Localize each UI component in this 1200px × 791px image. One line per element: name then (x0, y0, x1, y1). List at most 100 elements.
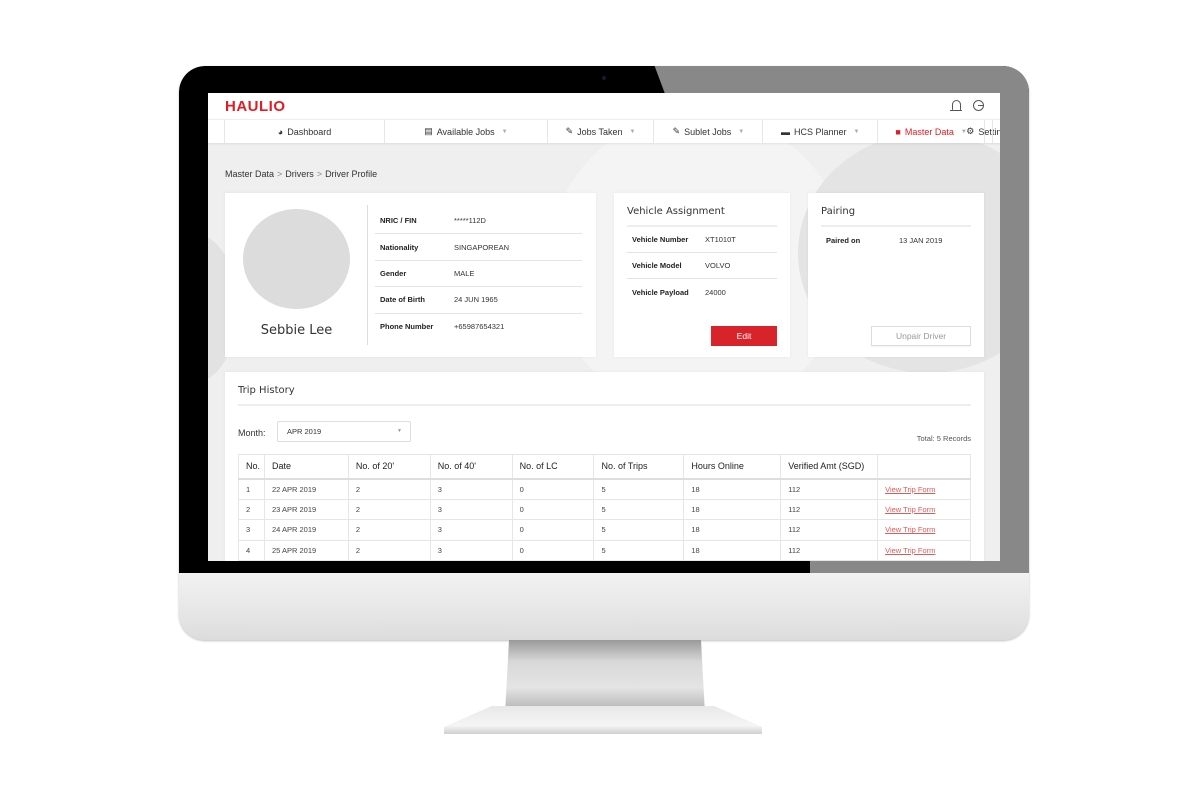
field-label: Vehicle Number (632, 235, 689, 244)
table-cell: 0 (511, 539, 595, 561)
vehicle-assignment-card: Vehicle Assignment Vehicle Number XT1010… (614, 193, 790, 357)
profile-field-nric: NRIC / FIN *****112D (375, 208, 582, 235)
logout-icon[interactable] (973, 100, 984, 111)
pairing-card: Pairing Paired on 13 JAN 2019 Unpair Dri… (808, 193, 984, 357)
card-title: Pairing (821, 206, 856, 217)
table-cell: 1 (238, 478, 265, 500)
nav-spacer (992, 120, 1000, 143)
table-cell: View Trip Form (877, 519, 971, 541)
table-cell: 23 APR 2019 (263, 498, 349, 520)
table-cell: 5 (593, 519, 685, 541)
month-select-value: APR 2019 (287, 427, 322, 436)
pen-icon: ✎ (672, 126, 681, 136)
field-value: MALE (454, 268, 475, 278)
total-records: Total: 5 Records (916, 434, 971, 443)
table-cell: 4 (238, 539, 265, 561)
card-title: Vehicle Assignment (627, 206, 725, 217)
month-select[interactable]: APR 2019 ▼ (277, 421, 411, 442)
avatar (243, 209, 350, 309)
column-header: No. (238, 454, 265, 480)
table-cell: 112 (780, 519, 879, 541)
vehicle-fields: Vehicle Number XT1010T Vehicle Model VOL… (627, 227, 777, 305)
field-label: NRIC / FIN (380, 216, 417, 226)
profile-field-gender: Gender MALE (375, 261, 582, 288)
nav-item-available-jobs[interactable]: ▤ Available Jobs ▼ (384, 120, 546, 143)
profile-field-nationality: Nationality SINGAPOREAN (375, 234, 582, 261)
table-cell: 112 (780, 539, 879, 561)
nav-item-label: Jobs Taken (577, 126, 623, 137)
chevron-down-icon: ▼ (501, 128, 508, 135)
field-label: Gender (380, 268, 407, 278)
column-header (877, 454, 971, 480)
nav-item-jobs-taken[interactable]: ✎ Jobs Taken ▼ (546, 120, 654, 143)
field-value: 24 JUN 1965 (454, 295, 498, 305)
field-value: *****112D (454, 216, 486, 226)
table-cell: 2 (347, 519, 431, 541)
breadcrumb-separator: > (316, 169, 323, 179)
view-trip-form-link[interactable]: View Trip Form (885, 525, 935, 534)
nav-item-label: Sublet Jobs (684, 126, 732, 137)
table-cell: 5 (593, 498, 685, 520)
table-cell: 2 (347, 539, 431, 561)
table-cell: 0 (511, 519, 595, 541)
chevron-down-icon: ▼ (738, 128, 745, 135)
card-title: Trip History (238, 385, 295, 396)
column-header: No. of LC (511, 454, 595, 480)
table-cell: 18 (683, 478, 782, 500)
nav-item-dashboard[interactable]: ◕ Dashboard (223, 120, 384, 143)
field-value: SINGAPOREAN (454, 242, 510, 252)
main-nav: ◕ Dashboard ▤ Available Jobs ▼ ✎ Jobs Taken ▼ ✎ S… (208, 119, 1000, 143)
profile-fields: NRIC / FIN *****112D Nationality SINGAPO… (375, 208, 582, 340)
camera-icon (602, 76, 606, 80)
table-cell: 112 (780, 478, 879, 500)
view-trip-form-link[interactable]: View Trip Form (885, 485, 935, 494)
table-cell: 24 APR 2019 (263, 519, 349, 541)
breadcrumb-master-data[interactable]: Master Data (225, 169, 274, 179)
field-value: 13 JAN 2019 (899, 235, 943, 245)
table-cell: 18 (683, 539, 782, 561)
view-trip-form-link[interactable]: View Trip Form (885, 546, 935, 555)
field-label: Vehicle Payload (632, 287, 689, 297)
divider (238, 404, 971, 406)
table-cell: 18 (683, 498, 782, 520)
vehicle-field-number: Vehicle Number XT1010T (627, 227, 777, 253)
field-label: Nationality (380, 242, 419, 252)
table-cell: 3 (429, 539, 513, 561)
pairing-fields: Paired on 13 JAN 2019 (821, 227, 971, 253)
jobs-icon: ▤ (424, 126, 433, 136)
table-cell: View Trip Form (877, 498, 971, 520)
table-header-row: No. Date No. of 20' No. of 40' No. of LC No. … (238, 454, 971, 480)
trip-history-table: No. Date No. of 20' No. of 40' No. of LC No. … (238, 454, 971, 561)
table-cell: View Trip Form (877, 478, 971, 500)
profile-field-phone: Phone Number +65987654321 (375, 314, 582, 340)
column-header: Hours Online (683, 454, 782, 480)
field-value: VOLVO (705, 261, 731, 270)
bell-icon[interactable] (950, 100, 962, 111)
table-cell: 5 (593, 539, 685, 561)
truck-icon: ▬ (781, 126, 791, 137)
haulio-logo[interactable]: HAULIO (225, 98, 286, 115)
table-cell: 0 (511, 478, 595, 500)
table-row: 4 25 APR 2019 2 3 0 5 18 112 View Trip Form (238, 539, 971, 561)
monitor-stand-base (444, 706, 762, 734)
top-icons (950, 100, 984, 111)
pairing-field-paired-on: Paired on 13 JAN 2019 (821, 227, 971, 253)
breadcrumb-drivers[interactable]: Drivers (285, 169, 314, 179)
column-header: Date (263, 454, 349, 480)
table-cell: 5 (593, 478, 685, 500)
driver-profile-card: Sebbie Lee NRIC / FIN *****112D National… (225, 193, 596, 357)
field-value: XT1010T (705, 235, 736, 244)
nav-item-settings[interactable]: ⚙Settings (966, 120, 1000, 143)
table-cell: 0 (511, 498, 595, 520)
column-header: Verified Amt (SGD) (780, 454, 879, 480)
chevron-down-icon: ▼ (397, 428, 402, 434)
month-label: Month: (238, 428, 266, 438)
nav-item-hcs-planner[interactable]: ▬ HCS Planner ▼ (762, 120, 877, 143)
unpair-driver-button[interactable]: Unpair Driver (871, 326, 971, 346)
view-trip-form-link[interactable]: View Trip Form (885, 505, 935, 514)
nav-item-sublet-jobs[interactable]: ✎ Sublet Jobs ▼ (653, 120, 762, 143)
table-cell: 2 (347, 478, 431, 500)
edit-button[interactable]: Edit (711, 326, 777, 346)
table-cell: 22 APR 2019 (263, 478, 349, 500)
